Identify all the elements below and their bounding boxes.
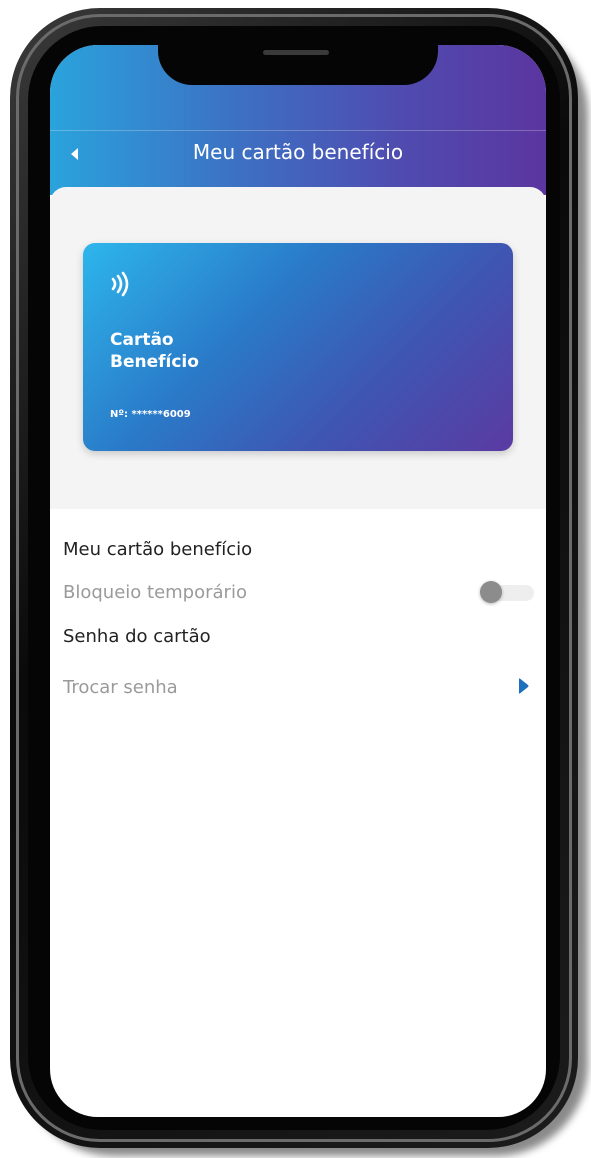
change-password-label[interactable]: Trocar senha [63,677,178,698]
temporary-block-toggle[interactable] [480,581,534,605]
temporary-block-label: Bloqueio temporário [63,582,247,603]
card-name-line1: Cartão [110,330,174,350]
app-screen: Meu cartão benefício Cartão Benefício Nº… [50,45,546,1117]
contactless-icon [111,271,129,297]
phone-mockup: Meu cartão benefício Cartão Benefício Nº… [0,0,591,1158]
card-number: Nº: ******6009 [110,409,191,420]
password-section-title: Senha do cartão [63,626,211,647]
chevron-right-icon[interactable] [516,678,530,694]
benefit-card[interactable]: Cartão Benefício Nº: ******6009 [83,243,513,451]
card-section-title: Meu cartão benefício [63,539,253,560]
card-name-line2: Benefício [110,352,199,372]
toggle-knob [480,581,502,603]
phone-speaker [263,50,329,55]
card-display-area: Cartão Benefício Nº: ******6009 [50,187,546,509]
status-bar-divider [50,130,546,131]
page-title: Meu cartão benefício [192,140,404,164]
card-name: Cartão Benefício [110,329,199,373]
